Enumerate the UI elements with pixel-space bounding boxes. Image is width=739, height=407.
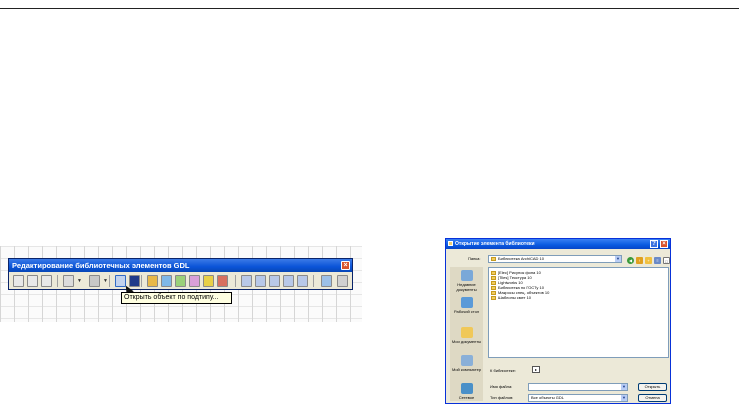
dropdown-arrow-icon[interactable]: ▼: [103, 278, 108, 284]
open-object-icon[interactable]: [27, 275, 38, 287]
toolbar-separator: [235, 275, 236, 287]
new-object-icon[interactable]: [13, 275, 24, 287]
filename-label: Имя файла:: [490, 384, 513, 389]
filetype-label: Тип файлов:: [490, 395, 514, 400]
chevron-down-icon: ▼: [621, 395, 627, 401]
chevron-down-icon: ▼: [615, 256, 621, 262]
align-center-icon[interactable]: [255, 275, 266, 287]
preview-icon[interactable]: □: [663, 257, 670, 264]
folder-icon: [491, 256, 496, 261]
symbol-2d-icon[interactable]: [147, 275, 158, 287]
preview-icon[interactable]: [175, 275, 186, 287]
to-library-button[interactable]: ▸: [532, 366, 540, 373]
dialog-help-button[interactable]: ?: [650, 240, 658, 248]
back-icon[interactable]: ◀: [627, 257, 634, 264]
toolbar-separator: [109, 275, 110, 287]
folder-value: Библиотека ArchiCAD 10: [498, 256, 544, 261]
place-my-documents[interactable]: Мои документы: [450, 327, 483, 344]
parameters-icon[interactable]: [217, 275, 228, 287]
place-my-computer[interactable]: Мой компьютер: [450, 355, 483, 372]
folder-label: Папка:: [468, 256, 481, 261]
arrange-icon[interactable]: [297, 275, 308, 287]
file-list[interactable]: [Elec] Рисунок фона 10 [Tiles] Текстура …: [488, 267, 669, 358]
toolbar-title: Редактирование библиотечных элементов GD…: [12, 261, 190, 270]
align-right-icon[interactable]: [269, 275, 280, 287]
view-menu-icon[interactable]: ≡: [654, 257, 661, 264]
dropdown-arrow-icon[interactable]: ▼: [77, 278, 82, 284]
screenshot-page: Редактирование библиотечных элементов GD…: [0, 0, 739, 407]
dialog-app-icon: [448, 241, 453, 246]
library-manager-icon[interactable]: [321, 275, 332, 287]
toolbar-title-bar[interactable]: Редактирование библиотечных элементов GD…: [9, 259, 352, 272]
distribute-icon[interactable]: [283, 275, 294, 287]
my-computer-icon: [460, 355, 473, 366]
object-settings-icon[interactable]: [63, 275, 74, 287]
dialog-close-button[interactable]: ×: [660, 240, 668, 248]
my-documents-icon: [460, 327, 473, 338]
to-library-label: К библиотеке:: [490, 368, 516, 373]
network-icon: [460, 383, 473, 394]
places-bar: Недавние документы Рабочий стол Мои доку…: [450, 267, 483, 401]
align-left-icon[interactable]: [241, 275, 252, 287]
save-object-icon[interactable]: [41, 275, 52, 287]
component-icon[interactable]: [89, 275, 100, 287]
folder-icon: [491, 295, 496, 300]
place-network[interactable]: Сетевое: [450, 383, 483, 400]
toolbar-close-button[interactable]: ×: [341, 261, 350, 270]
toolbar-separator: [141, 275, 142, 287]
folder-select[interactable]: Библиотека ArchiCAD 10 ▼: [488, 255, 622, 263]
up-folder-icon[interactable]: ↑: [636, 257, 643, 264]
filetype-select[interactable]: Все объекты GDL ▼: [528, 394, 628, 402]
chevron-down-icon: ▼: [621, 384, 627, 390]
place-recent-documents[interactable]: Недавние документы: [450, 270, 483, 292]
toolbar-separator: [313, 275, 314, 287]
open-library-element-dialog: Открытие элемента библиотеки ? × Папка: …: [445, 238, 671, 404]
view-3d-icon[interactable]: [161, 275, 172, 287]
properties-icon[interactable]: [203, 275, 214, 287]
place-desktop[interactable]: Рабочий стол: [450, 297, 483, 314]
help-icon[interactable]: [337, 275, 348, 287]
gdl-toolbar-window: Редактирование библиотечных элементов GD…: [8, 258, 353, 290]
dialog-title: Открытие элемента библиотеки: [455, 241, 535, 247]
recent-documents-icon: [460, 270, 473, 281]
toolbar-tooltip: Открыть объект по подтипу...: [121, 292, 232, 304]
cancel-button[interactable]: Отмена: [638, 394, 667, 402]
new-folder-icon[interactable]: +: [645, 257, 652, 264]
open-button[interactable]: Открыть: [638, 383, 667, 391]
script-icon[interactable]: [189, 275, 200, 287]
dialog-title-bar[interactable]: Открытие элемента библиотеки ? ×: [446, 239, 670, 249]
filename-field[interactable]: ▼: [528, 383, 628, 391]
list-item[interactable]: Шаблоны смет 10: [491, 295, 666, 300]
top-divider: [0, 8, 739, 9]
toolbar-separator: [57, 275, 58, 287]
desktop-icon: [460, 297, 473, 308]
